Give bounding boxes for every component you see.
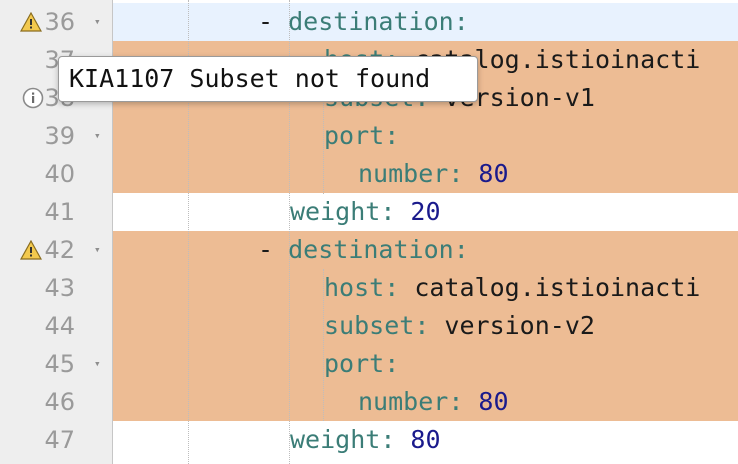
- code-line[interactable]: weight: 80: [290, 421, 441, 459]
- fold-chevron-icon[interactable]: ▾: [94, 345, 101, 383]
- yaml-key: weight: [290, 425, 381, 454]
- yaml-number: 20: [395, 197, 441, 226]
- yaml-number: 80: [463, 159, 509, 188]
- gutter-line[interactable]: 42 ▾: [0, 231, 112, 269]
- yaml-key: weight: [290, 197, 381, 226]
- yaml-key: port: [324, 121, 385, 150]
- gutter-line: 44: [0, 307, 112, 345]
- code-line[interactable]: number: 80: [358, 383, 509, 421]
- code-line[interactable]: weight: 20: [290, 193, 441, 231]
- gutter-line: 39 ▾: [0, 117, 112, 155]
- line-number: 39: [44, 122, 75, 150]
- yaml-number: 80: [395, 425, 441, 454]
- yaml-key: number: [358, 159, 449, 188]
- line-number: 44: [44, 312, 75, 340]
- yaml-key: destination: [288, 7, 454, 36]
- line-number: 43: [44, 274, 75, 302]
- yaml-value: catalog.istioinacti: [399, 273, 701, 302]
- code-line[interactable]: port:: [324, 345, 399, 383]
- line-number: 40: [44, 160, 75, 188]
- fold-chevron-icon[interactable]: ▾: [94, 231, 101, 269]
- line-number: 42: [44, 236, 75, 264]
- gutter-line[interactable]: 36 ▾: [0, 3, 112, 41]
- gutter-line: 41: [0, 193, 112, 231]
- yaml-number: 80: [463, 387, 509, 416]
- tooltip-text: KIA1107 Subset not found: [69, 64, 431, 93]
- code-line[interactable]: host: catalog.istioinacti: [324, 269, 700, 307]
- yaml-key: destination: [288, 235, 454, 264]
- gutter-line: 45 ▾: [0, 345, 112, 383]
- fold-chevron-icon[interactable]: ▾: [94, 117, 101, 155]
- yaml-value: version-v2: [429, 311, 595, 340]
- yaml-key: subset: [324, 311, 415, 340]
- gutter-line: 47: [0, 421, 112, 459]
- yaml-key: host: [324, 273, 385, 302]
- line-number: 36: [44, 8, 75, 36]
- diagnostic-tooltip: KIA1107 Subset not found: [58, 56, 478, 102]
- line-number: 45: [44, 350, 75, 378]
- gutter-line: 46: [0, 383, 112, 421]
- code-line[interactable]: - destination:: [258, 231, 469, 269]
- code-line[interactable]: subset: version-v2: [324, 307, 595, 345]
- code-line[interactable]: port:: [324, 117, 399, 155]
- yaml-key: number: [358, 387, 449, 416]
- warning-icon[interactable]: [20, 12, 42, 32]
- line-number: 46: [44, 388, 75, 416]
- gutter-line: 40: [0, 155, 112, 193]
- code-line[interactable]: number: 80: [358, 155, 509, 193]
- line-number: 41: [44, 198, 75, 226]
- code-line[interactable]: - destination:: [258, 3, 469, 41]
- yaml-key: port: [324, 349, 385, 378]
- line-number: 47: [44, 426, 75, 454]
- warning-icon[interactable]: [20, 240, 42, 260]
- fold-chevron-icon[interactable]: ▾: [94, 3, 101, 41]
- info-icon[interactable]: [22, 87, 44, 109]
- gutter-line: 43: [0, 269, 112, 307]
